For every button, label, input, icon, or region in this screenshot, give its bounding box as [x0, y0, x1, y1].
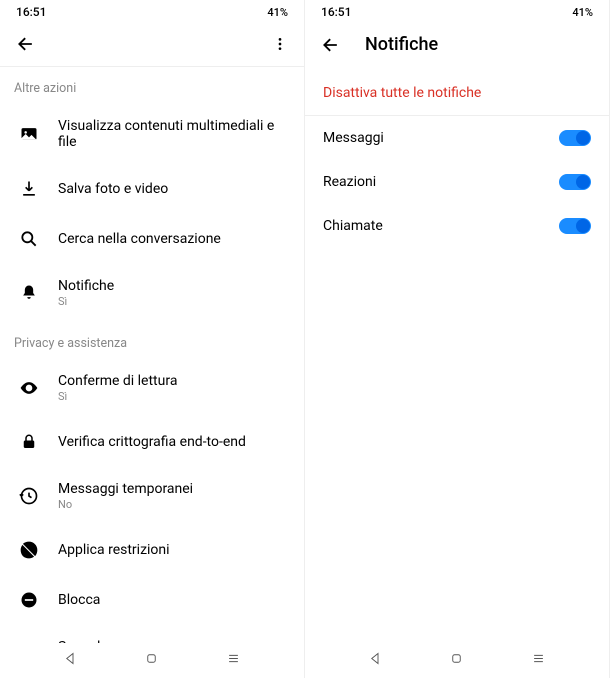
- toggle-row-reactions: Reazioni: [305, 160, 609, 204]
- status-battery: 41%: [267, 6, 288, 19]
- row-sublabel: No: [58, 498, 286, 511]
- notifications-settings-pane: 16:51 41% Notifiche Disattiva tutte le n…: [305, 0, 610, 678]
- status-time: 16:51: [16, 5, 46, 19]
- disable-all-link[interactable]: Disattiva tutte le notifiche: [305, 67, 609, 115]
- nav-recent[interactable]: [226, 651, 241, 670]
- toggle-label: Chiamate: [323, 218, 383, 234]
- row-read-receipts[interactable]: Conferme di lettura Sì: [0, 359, 304, 417]
- status-battery: 41%: [572, 6, 593, 19]
- calls-switch[interactable]: [559, 218, 591, 234]
- history-icon: [18, 485, 40, 507]
- reactions-switch[interactable]: [559, 174, 591, 190]
- nav-back[interactable]: [368, 651, 383, 670]
- row-label: Applica restrizioni: [58, 542, 286, 558]
- page-title: Notifiche: [365, 34, 593, 55]
- row-label: Verifica crittografia end-to-end: [58, 434, 286, 450]
- app-bar: Notifiche: [305, 22, 609, 67]
- conversation-settings-pane: 16:51 41% Altre azioni Visualizza conten…: [0, 0, 305, 678]
- row-sublabel: Sì: [58, 295, 286, 308]
- notification-options: Disattiva tutte le notifiche Messaggi Re…: [305, 67, 609, 643]
- row-media[interactable]: Visualizza contenuti multimediali e file: [0, 104, 304, 164]
- nav-bar: [0, 643, 304, 678]
- row-block[interactable]: Blocca: [0, 575, 304, 625]
- section-other-actions: Altre azioni: [0, 67, 304, 104]
- row-label: Messaggi temporanei: [58, 481, 286, 497]
- toggle-row-calls: Chiamate: [305, 204, 609, 248]
- toggle-row-messages: Messaggi: [305, 116, 609, 160]
- row-label: Salva foto e video: [58, 181, 286, 197]
- settings-list: Altre azioni Visualizza contenuti multim…: [0, 67, 304, 643]
- nav-back[interactable]: [63, 651, 78, 670]
- app-bar: [0, 22, 304, 66]
- section-privacy: Privacy e assistenza: [0, 322, 304, 359]
- nav-recent[interactable]: [531, 651, 546, 670]
- row-restrict[interactable]: Applica restrizioni: [0, 525, 304, 575]
- row-search[interactable]: Cerca nella conversazione: [0, 214, 304, 264]
- image-icon: [18, 123, 40, 145]
- row-label: Notifiche: [58, 278, 286, 294]
- row-save-media[interactable]: Salva foto e video: [0, 164, 304, 214]
- row-encryption[interactable]: Verifica crittografia end-to-end: [0, 417, 304, 467]
- toggle-label: Messaggi: [323, 130, 384, 146]
- download-icon: [18, 178, 40, 200]
- nav-bar: [305, 643, 609, 678]
- eye-icon: [18, 377, 40, 399]
- more-button[interactable]: [272, 36, 288, 52]
- row-label: Blocca: [58, 592, 286, 608]
- back-button[interactable]: [321, 35, 341, 55]
- row-label: Conferme di lettura: [58, 373, 286, 389]
- restrict-icon: [18, 539, 40, 561]
- row-label: Cerca nella conversazione: [58, 231, 286, 247]
- status-bar: 16:51 41%: [0, 0, 304, 22]
- row-label: Visualizza contenuti multimediali e file: [58, 118, 286, 150]
- status-indicators: 41%: [255, 6, 288, 19]
- messages-switch[interactable]: [559, 130, 591, 146]
- row-sublabel: Sì: [58, 390, 286, 403]
- row-disappearing-messages[interactable]: Messaggi temporanei No: [0, 467, 304, 525]
- row-notifications[interactable]: Notifiche Sì: [0, 264, 304, 322]
- nav-home[interactable]: [144, 651, 159, 670]
- back-button[interactable]: [16, 34, 36, 54]
- row-report[interactable]: Segnala Fornisci un feedback e segnala l…: [0, 625, 304, 643]
- status-indicators: 41%: [560, 6, 593, 19]
- toggle-label: Reazioni: [323, 174, 376, 190]
- block-icon: [18, 589, 40, 611]
- lock-icon: [18, 431, 40, 453]
- status-time: 16:51: [321, 5, 351, 19]
- status-bar: 16:51 41%: [305, 0, 609, 22]
- nav-home[interactable]: [449, 651, 464, 670]
- search-icon: [18, 228, 40, 250]
- bell-icon: [18, 282, 40, 304]
